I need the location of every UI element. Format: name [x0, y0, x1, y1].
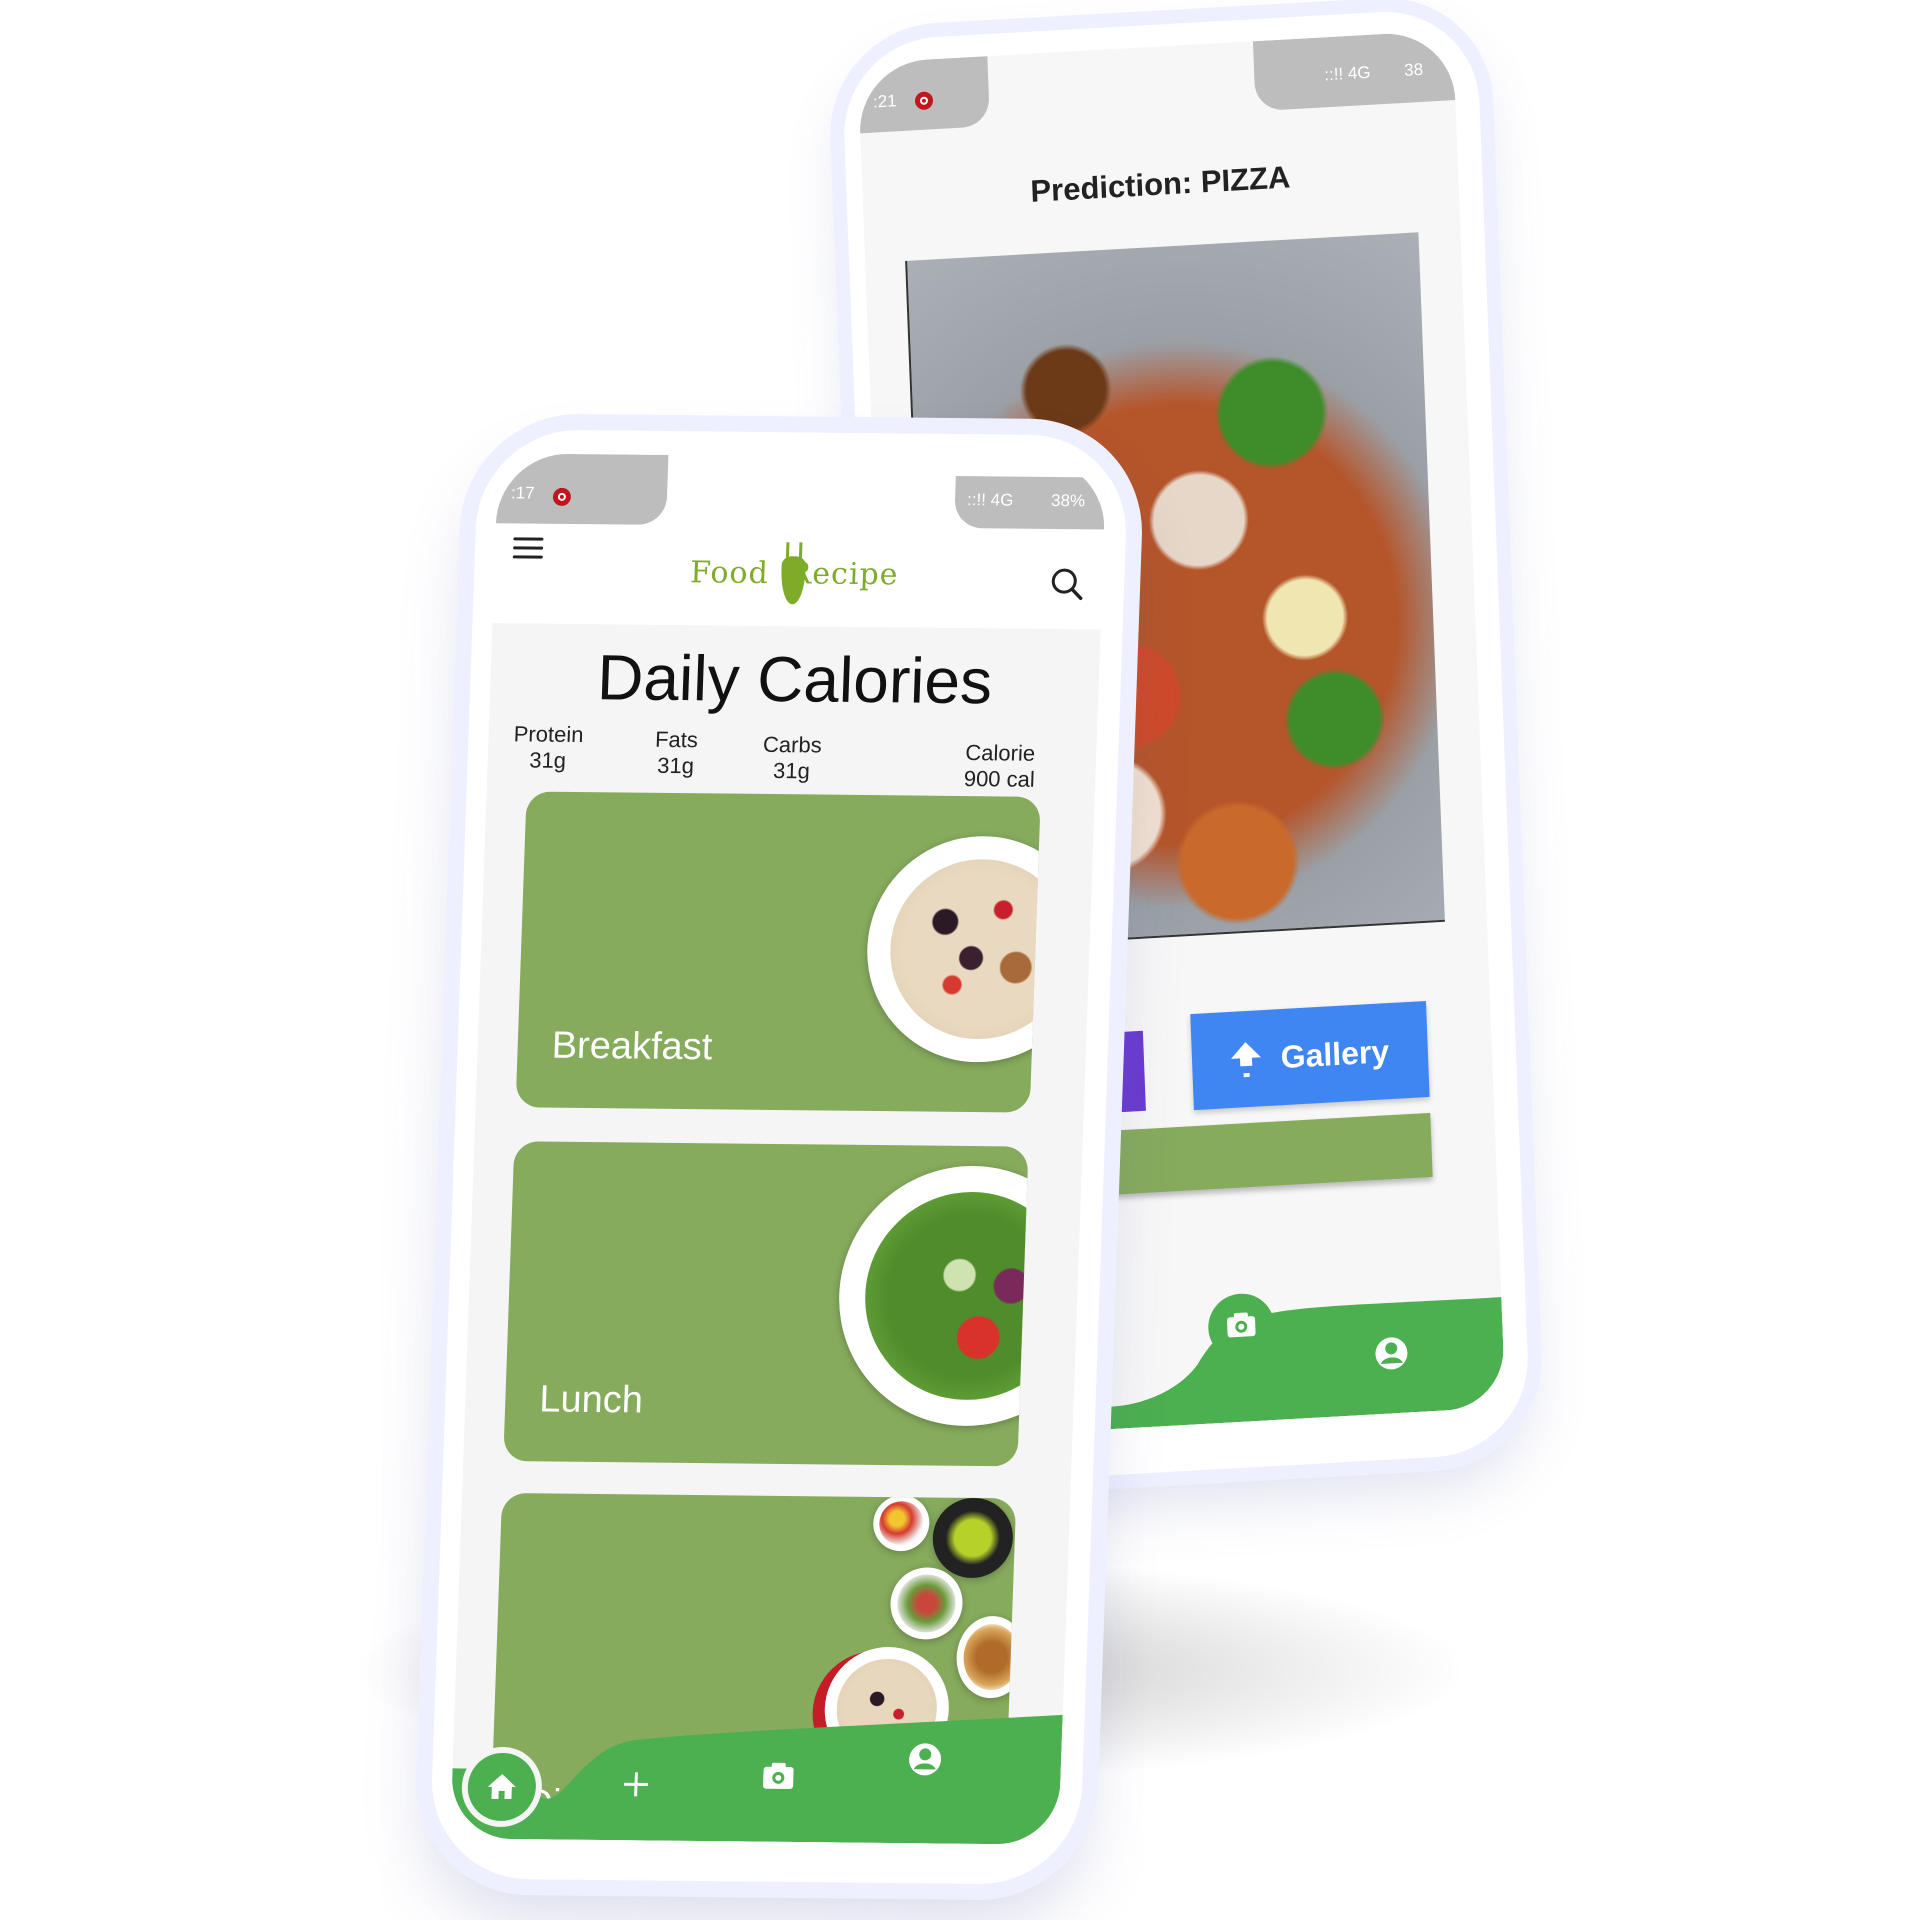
home-icon: [487, 1773, 516, 1800]
status-bar-right: ::!! 4G 38: [1252, 30, 1456, 112]
account-icon: [909, 1743, 942, 1776]
upload-icon: [1230, 1041, 1261, 1077]
macro-value: 900 cal: [963, 766, 1036, 792]
app-header: :17 ::!! 4G 38% Food Recipe: [492, 453, 1107, 630]
macro-carbs: Carbs 31g: [751, 732, 833, 785]
account-nav-button[interactable]: [904, 1739, 945, 1779]
status-bar-left: :21: [857, 56, 991, 134]
camera-icon: [763, 1762, 794, 1789]
search-icon[interactable]: [1050, 567, 1085, 601]
status-bar-right: ::!! 4G 38%: [954, 476, 1106, 530]
add-nav-button[interactable]: [617, 1766, 654, 1802]
gallery-button-label: Gallery: [1280, 1032, 1390, 1075]
menu-icon[interactable]: [512, 537, 544, 559]
home-nav-button[interactable]: [466, 1752, 538, 1822]
gallery-button[interactable]: Gallery: [1190, 1000, 1430, 1111]
macro-protein: Protein 31g: [507, 721, 589, 774]
macro-name: Protein: [513, 721, 584, 748]
macro-name: Calorie: [964, 740, 1036, 766]
notification-icon: [914, 91, 934, 111]
meal-label: Lunch: [538, 1378, 644, 1422]
status-battery: 38: [1403, 59, 1424, 80]
page-title: Daily Calories: [595, 641, 994, 718]
meal-label: Breakfast: [551, 1024, 714, 1069]
bottom-nav-background: [450, 1714, 1063, 1845]
notification-icon: [552, 487, 572, 506]
prediction-label: Prediction: PIZZA: [1029, 159, 1291, 209]
macro-value: 31g: [528, 747, 567, 773]
status-time: :21: [872, 91, 897, 112]
status-signal: ::!! 4G: [966, 490, 1014, 510]
macro-fats: Fats 31g: [645, 727, 707, 780]
camera-icon: [1227, 1312, 1256, 1338]
meal-card-breakfast[interactable]: Breakfast: [515, 791, 1041, 1113]
logo-text-food: Food: [689, 554, 770, 591]
lunch-plate-image: [834, 1164, 1029, 1428]
macro-name: Fats: [654, 726, 699, 753]
account-icon: [1375, 1337, 1408, 1370]
camera-nav-button[interactable]: [758, 1756, 799, 1796]
dinner-plate-image-2: [931, 1497, 1015, 1579]
phone-front: :17 ::!! 4G 38% Food Recipe Daily Calori…: [428, 429, 1130, 1885]
app-logo: Food Recipe: [689, 537, 899, 609]
dinner-plate-image-1: [872, 1494, 931, 1552]
account-nav-button[interactable]: [1371, 1332, 1412, 1374]
daily-calories-screen: :17 ::!! 4G 38% Food Recipe Daily Calori…: [450, 453, 1107, 1845]
meal-card-lunch[interactable]: Lunch: [503, 1141, 1029, 1467]
breakfast-plate-image: [863, 835, 1041, 1064]
camera-nav-button[interactable]: [1207, 1291, 1276, 1362]
status-time: :17: [510, 483, 535, 503]
status-bar-left: :17: [495, 453, 669, 525]
dinner-plate-image-3: [889, 1567, 964, 1640]
add-icon: [623, 1772, 649, 1797]
bottom-nav: [450, 1708, 1063, 1845]
macro-value: 31g: [656, 752, 695, 779]
carrot-icon: [778, 542, 780, 604]
macro-calorie: Calorie 900 cal: [949, 740, 1051, 793]
macro-name: Carbs: [762, 731, 823, 758]
dinner-plate-image-4: [955, 1615, 1017, 1699]
status-signal: ::!! 4G: [1323, 62, 1371, 85]
status-battery: 38%: [1050, 491, 1086, 511]
macro-value: 31g: [772, 758, 811, 784]
